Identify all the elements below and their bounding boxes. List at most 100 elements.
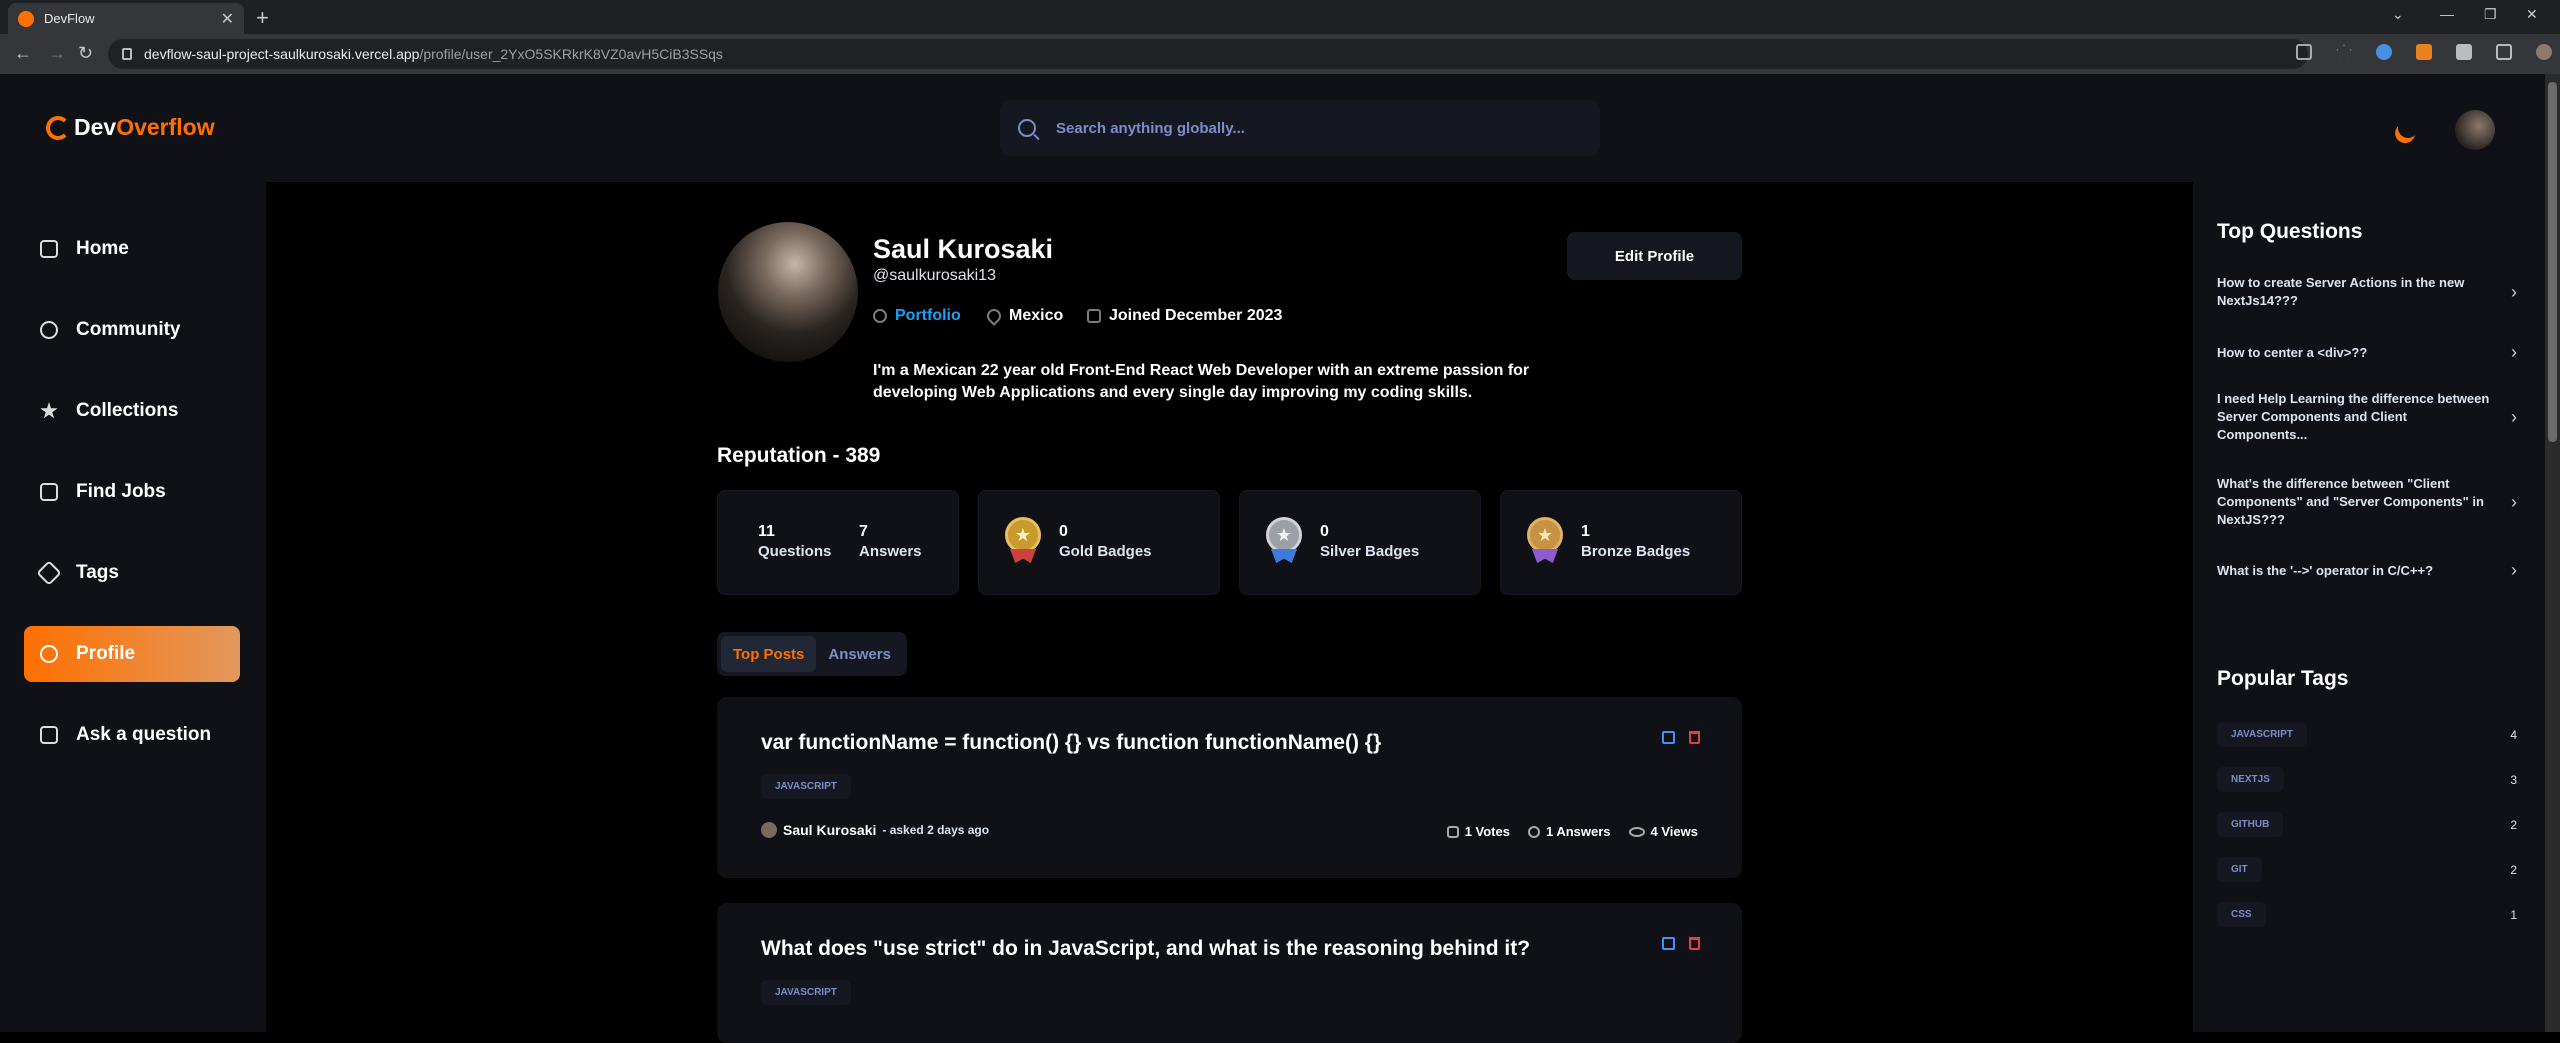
- close-tab-icon[interactable]: ✕: [221, 9, 234, 29]
- minimize-icon[interactable]: —: [2440, 6, 2454, 22]
- edit-icon[interactable]: [1662, 937, 1675, 950]
- profile-bio: I'm a Mexican 22 year old Front-End Reac…: [873, 362, 1530, 401]
- home-icon: [40, 240, 58, 258]
- top-question-item[interactable]: How to create Server Actions in the new …: [2217, 274, 2517, 310]
- question-author[interactable]: Saul Kurosaki - asked 2 days ago: [761, 822, 989, 838]
- profile-avatar: [718, 222, 858, 362]
- tab-search-chevron-icon[interactable]: ⌄: [2392, 6, 2404, 23]
- global-search-input[interactable]: Search anything globally...: [1000, 100, 1600, 156]
- top-question-item[interactable]: What's the difference between "Client Co…: [2217, 475, 2517, 529]
- asked-time: - asked 2 days ago: [882, 823, 990, 837]
- top-questions-title: Top Questions: [2217, 220, 2363, 243]
- stat-card-questions-answers: 11 Questions 7 Answers: [717, 490, 959, 595]
- questions-count: 11: [758, 523, 775, 540]
- answers-metric: 1 Answers: [1527, 824, 1611, 839]
- popular-tag-row[interactable]: GITHUB 2: [2217, 812, 2517, 837]
- chevron-right-icon: ›: [2511, 491, 2517, 512]
- top-question-item[interactable]: I need Help Learning the difference betw…: [2217, 390, 2517, 444]
- sidebar-item-profile[interactable]: Profile: [24, 626, 240, 682]
- tag-count: 1: [2510, 907, 2517, 922]
- popular-tag-row[interactable]: NEXTJS 3: [2217, 767, 2517, 792]
- tab-title: DevFlow: [44, 11, 95, 26]
- sidebar-item-community[interactable]: Community: [24, 302, 240, 358]
- sidebar-item-label: Find Jobs: [76, 481, 166, 502]
- scrollbar-thumb[interactable]: [2548, 82, 2557, 442]
- sidebar-item-find-jobs[interactable]: Find Jobs: [24, 464, 240, 520]
- page-scrollbar[interactable]: [2545, 74, 2560, 1032]
- stat-card-bronze: ★ 1 Bronze Badges: [1500, 490, 1742, 595]
- extension-metamask-icon[interactable]: [2416, 44, 2432, 60]
- browser-tabbar: DevFlow ✕ + ⌄ — ❐ ✕: [0, 0, 2560, 34]
- tab-answers[interactable]: Answers: [816, 636, 903, 672]
- extension-icons: ⋮: [2296, 44, 2560, 60]
- sidebar-item-tags[interactable]: Tags: [24, 545, 240, 601]
- profile-joined: Joined December 2023: [1087, 307, 1282, 325]
- logo[interactable]: Dev Overflow: [46, 114, 215, 141]
- tab-top-posts[interactable]: Top Posts: [721, 636, 817, 672]
- back-icon[interactable]: ←: [14, 43, 32, 64]
- question-icon: [40, 726, 58, 744]
- question-title[interactable]: var functionName = function() {} vs func…: [761, 731, 1381, 755]
- message-icon: [1527, 825, 1540, 838]
- window-close-icon[interactable]: ✕: [2526, 6, 2538, 23]
- sidebar-item-ask-question[interactable]: Ask a question: [24, 707, 240, 763]
- author-name: Saul Kurosaki: [783, 822, 877, 838]
- trash-icon[interactable]: [1689, 937, 1700, 950]
- popular-tag-row[interactable]: GIT 2: [2217, 857, 2517, 882]
- share-icon[interactable]: [2296, 44, 2312, 60]
- silver-medal-icon: ★: [1266, 517, 1302, 565]
- question-card[interactable]: var functionName = function() {} vs func…: [717, 697, 1742, 878]
- question-tag[interactable]: JAVASCRIPT: [761, 774, 851, 799]
- gold-medal-icon: ★: [1005, 517, 1041, 565]
- devflow-favicon-icon: [18, 10, 34, 27]
- lock-icon: [122, 48, 132, 60]
- edit-profile-button[interactable]: Edit Profile: [1567, 232, 1742, 280]
- trash-icon[interactable]: [1689, 731, 1700, 744]
- tag-count: 4: [2510, 727, 2517, 742]
- question-tag[interactable]: JAVASCRIPT: [761, 980, 851, 1005]
- chevron-right-icon: ›: [2511, 406, 2517, 427]
- forward-icon[interactable]: →: [48, 43, 66, 64]
- new-tab-icon[interactable]: +: [256, 5, 269, 31]
- browser-tab[interactable]: DevFlow ✕: [8, 3, 244, 34]
- search-placeholder: Search anything globally...: [1056, 119, 1245, 137]
- sidebar-item-collections[interactable]: Collections: [24, 383, 240, 439]
- popular-tag-row[interactable]: JAVASCRIPT 4: [2217, 722, 2517, 747]
- users-icon: [40, 321, 58, 339]
- tag-count: 2: [2510, 862, 2517, 877]
- question-title[interactable]: What does "use strict" do in JavaScript,…: [761, 937, 1530, 961]
- views-metric: 4 Views: [1628, 824, 1698, 839]
- question-card[interactable]: What does "use strict" do in JavaScript,…: [717, 903, 1742, 1043]
- bronze-count: 1: [1581, 523, 1590, 540]
- portfolio-link[interactable]: Portfolio: [873, 307, 961, 325]
- tag-pill[interactable]: CSS: [2217, 902, 2266, 927]
- popular-tag-row[interactable]: CSS 1: [2217, 902, 2517, 927]
- browser-profile-icon[interactable]: [2536, 44, 2552, 60]
- profile-name: Saul Kurosaki: [873, 234, 1054, 264]
- bookmark-star-icon[interactable]: [2336, 44, 2352, 59]
- top-question-item[interactable]: What is the '-->' operator in C/C++? ›: [2217, 560, 2517, 581]
- question-metrics: 1 Votes 1 Answers 4 Views: [1446, 824, 1698, 839]
- edit-icon[interactable]: [1662, 731, 1675, 744]
- top-question-item[interactable]: How to center a <div>?? ›: [2217, 342, 2517, 363]
- silver-label: Silver Badges: [1320, 543, 1420, 560]
- sidepanel-icon[interactable]: [2496, 44, 2512, 60]
- url-field[interactable]: devflow-saul-project-saulkurosaki.vercel…: [108, 39, 2308, 69]
- sidebar-item-label: Community: [76, 319, 181, 340]
- right-sidebar: Top Questions How to create Server Actio…: [2193, 182, 2545, 1032]
- tag-pill[interactable]: GITHUB: [2217, 812, 2284, 837]
- sidebar-item-label: Profile: [76, 643, 136, 664]
- tag-pill[interactable]: GIT: [2217, 857, 2262, 882]
- theme-moon-icon[interactable]: [2394, 114, 2421, 141]
- tag-pill[interactable]: JAVASCRIPT: [2217, 722, 2307, 747]
- tag-pill[interactable]: NEXTJS: [2217, 767, 2284, 792]
- reload-icon[interactable]: ↻: [78, 43, 93, 64]
- sidebar-item-home[interactable]: Home: [24, 221, 240, 277]
- questions-label: Questions: [758, 543, 832, 560]
- suitcase-icon: [40, 483, 58, 501]
- extension-react-icon[interactable]: [2376, 44, 2392, 60]
- sidebar-item-label: Collections: [76, 400, 179, 421]
- user-avatar[interactable]: [2455, 110, 2495, 150]
- extensions-puzzle-icon[interactable]: [2456, 44, 2472, 60]
- restore-icon[interactable]: ❐: [2484, 6, 2497, 23]
